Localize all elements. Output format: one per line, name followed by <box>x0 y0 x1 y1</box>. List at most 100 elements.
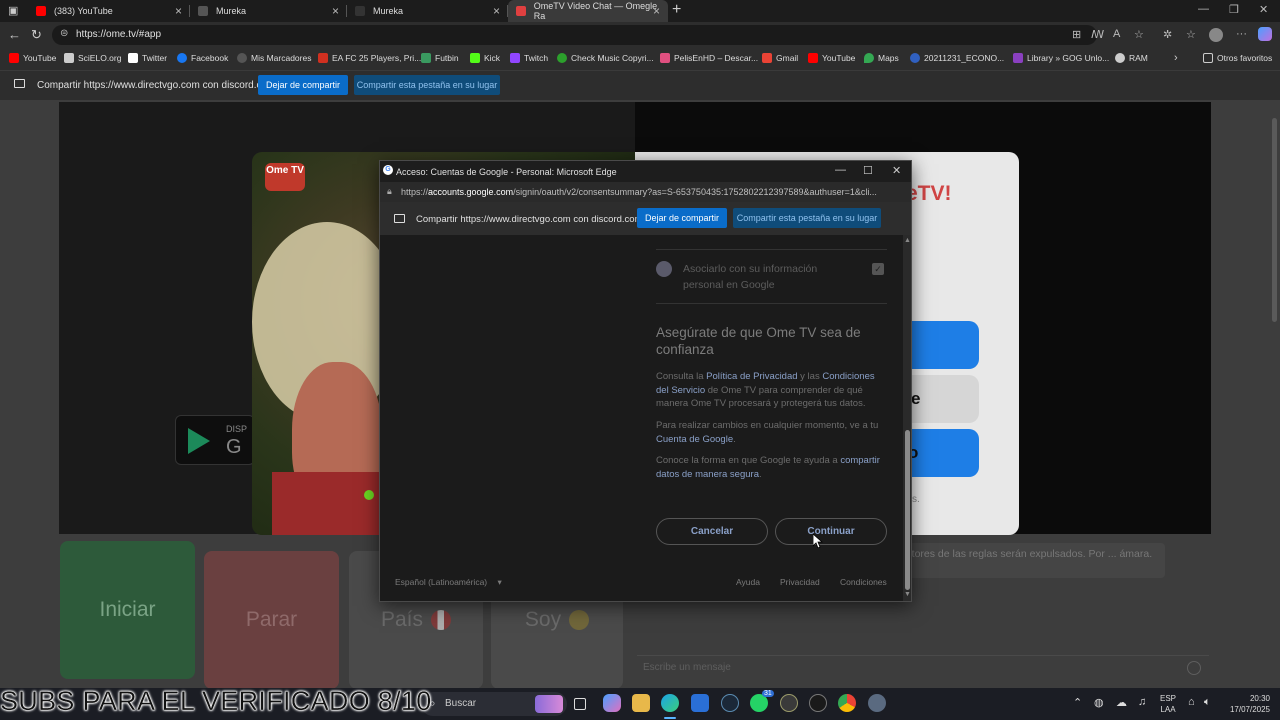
cloud-icon[interactable]: ☁ <box>1116 696 1127 709</box>
emoji-icon[interactable] <box>1187 661 1201 675</box>
game-app-icon[interactable] <box>809 694 827 712</box>
close-icon[interactable]: × <box>332 4 339 18</box>
url-rest: /signin/oauth/v2/consentsummary?as=S-653… <box>513 187 877 197</box>
scroll-down-icon[interactable]: ▼ <box>904 591 911 598</box>
refresh-icon[interactable]: ↻ <box>31 27 42 43</box>
extensions-icon[interactable]: ✲ <box>1163 28 1172 41</box>
badge-big-text: G <box>226 436 242 458</box>
copilot-icon[interactable] <box>1258 27 1272 41</box>
stop-sharing-button[interactable]: Dejar de compartir <box>258 75 348 95</box>
maximize-icon[interactable]: ❐ <box>1229 3 1239 16</box>
favorites-icon[interactable]: ☆ <box>1186 28 1196 41</box>
task-view-icon[interactable] <box>574 698 586 710</box>
privacy-policy-link[interactable]: Política de Privacidad <box>706 371 797 382</box>
bookmark-ram[interactable]: RAM <box>1115 53 1148 63</box>
tab-mureka-2[interactable]: Mureka × <box>347 0 508 22</box>
maximize-icon[interactable]: ☐ <box>863 164 873 177</box>
bookmark-twitter[interactable]: Twitter <box>128 53 167 63</box>
screen-share-icon <box>14 79 25 88</box>
bookmark-facebook[interactable]: Facebook <box>177 53 228 63</box>
tab-actions-icon[interactable]: ▣ <box>8 4 18 17</box>
share-this-tab-button[interactable]: Compartir esta pestaña en su lugar <box>733 208 881 228</box>
bookmark-maps[interactable]: Maps <box>864 53 899 63</box>
help-link[interactable]: Ayuda <box>736 577 760 587</box>
file-explorer-icon[interactable] <box>632 694 650 712</box>
close-icon[interactable]: × <box>493 4 500 18</box>
continue-button[interactable]: Continuar <box>775 518 887 545</box>
read-aloud-icon[interactable]: ꟿ <box>1091 28 1104 41</box>
bookmark-twitch[interactable]: Twitch <box>510 53 548 63</box>
minimize-icon[interactable]: — <box>835 164 846 176</box>
bookmark-youtube-2[interactable]: YouTube <box>808 53 855 63</box>
edge-icon[interactable] <box>661 694 679 712</box>
xbox-icon[interactable] <box>780 694 798 712</box>
bookmark-check-music[interactable]: Check Music Copyri... <box>557 53 654 63</box>
google-play-badge[interactable]: DISP G <box>175 415 255 465</box>
popup-url-bar[interactable]: 🔒︎ https://accounts.google.com/signin/oa… <box>380 182 911 202</box>
app-available-icon[interactable]: ⊞ <box>1072 28 1081 41</box>
avatar[interactable] <box>1209 28 1223 42</box>
bookmark-gog[interactable]: Library » GOG Unlo... <box>1013 53 1109 63</box>
headset-icon[interactable]: ♫ <box>1138 696 1146 708</box>
close-icon[interactable]: × <box>175 4 182 18</box>
chat-input[interactable]: Escribe un mensaje <box>637 655 1209 681</box>
cancel-button[interactable]: Cancelar <box>656 518 768 545</box>
bookmark-kick[interactable]: Kick <box>470 53 500 63</box>
page-scroll-thumb[interactable] <box>1272 118 1277 322</box>
chevron-right-icon[interactable]: › <box>1174 52 1178 64</box>
bookmark-eafc[interactable]: EA FC 25 Players, Pri... <box>318 53 421 63</box>
google-account-link[interactable]: Cuenta de Google <box>656 434 733 445</box>
login-note: s. <box>912 494 920 505</box>
scroll-up-icon[interactable]: ▲ <box>904 237 911 244</box>
bookmark-youtube[interactable]: YouTube <box>9 53 56 63</box>
site-info-icon[interactable]: ⊜ <box>60 28 68 39</box>
bookmark-futbin[interactable]: Futbin <box>421 53 459 63</box>
bookmark-mis-marcadores[interactable]: Mis Marcadores <box>237 53 311 63</box>
bookmark-scielo[interactable]: SciELO.org <box>64 53 121 63</box>
taskbar-search[interactable]: ⌕ Buscar <box>421 692 567 716</box>
share-this-tab-button[interactable]: Compartir esta pestaña en su lugar <box>354 75 500 95</box>
language-indicator[interactable]: ESP LAA <box>1160 693 1176 715</box>
tab-ometv[interactable]: OmeTV Video Chat — Omegle Ra × <box>508 0 668 22</box>
tab-youtube[interactable]: (383) YouTube × <box>28 0 190 22</box>
app-tray-icon[interactable]: ◍ <box>1094 696 1104 709</box>
bookmark-econo[interactable]: 20211231_ECONO... <box>910 53 1004 63</box>
text: Consulta la <box>656 371 707 382</box>
settings-icon[interactable] <box>868 694 886 712</box>
steam-icon[interactable] <box>721 694 739 712</box>
volume-icon[interactable]: 🔈︎ <box>1204 696 1211 709</box>
more-icon[interactable]: ··· <box>1236 28 1247 40</box>
chrome-icon[interactable] <box>838 694 856 712</box>
popup-title: Acceso: Cuentas de Google - Personal: Mi… <box>396 167 617 177</box>
google-icon: G <box>383 165 393 175</box>
stop-button[interactable]: Parar <box>204 551 339 689</box>
badge-small-text: DISP <box>226 424 248 434</box>
minimize-icon[interactable]: — <box>1198 3 1209 15</box>
kick-icon <box>470 53 480 63</box>
network-icon[interactable]: ⌂ <box>1188 696 1195 708</box>
terms-footer-link[interactable]: Condiciones <box>840 577 887 587</box>
text-icon[interactable]: A <box>1113 28 1120 40</box>
star-icon[interactable]: ☆ <box>1134 28 1144 41</box>
popup-scroll-thumb[interactable] <box>905 430 910 590</box>
close-icon[interactable]: × <box>653 4 660 18</box>
language-select[interactable]: Español (Latinoamérica) ▾ <box>395 577 502 588</box>
back-icon[interactable]: ← <box>8 27 21 42</box>
copilot-icon[interactable] <box>603 694 621 712</box>
ometv-favicon-icon <box>516 6 526 16</box>
privacy-link[interactable]: Privacidad <box>780 577 820 587</box>
close-window-icon[interactable]: ✕ <box>892 164 901 177</box>
url-field[interactable]: ⊜ https://ome.tv/#app ⊞ <box>52 25 1097 45</box>
start-button[interactable]: Iniciar <box>60 541 195 679</box>
bookmark-pelisenhd[interactable]: PelisEnHD – Descar... <box>660 53 758 63</box>
store-icon[interactable] <box>691 694 709 712</box>
other-favorites[interactable]: Otros favoritos <box>1203 53 1272 63</box>
bookmark-gmail[interactable]: Gmail <box>762 53 798 63</box>
new-tab-button[interactable]: + <box>672 1 681 19</box>
gog-icon <box>1013 53 1023 63</box>
close-window-icon[interactable]: ✕ <box>1259 3 1268 16</box>
clock[interactable]: 20:30 17/07/2025 <box>1224 693 1270 715</box>
tab-mureka-1[interactable]: Mureka × <box>190 0 347 22</box>
stop-sharing-button[interactable]: Dejar de compartir <box>637 208 727 228</box>
chevron-up-icon[interactable]: ⌃ <box>1073 696 1082 709</box>
